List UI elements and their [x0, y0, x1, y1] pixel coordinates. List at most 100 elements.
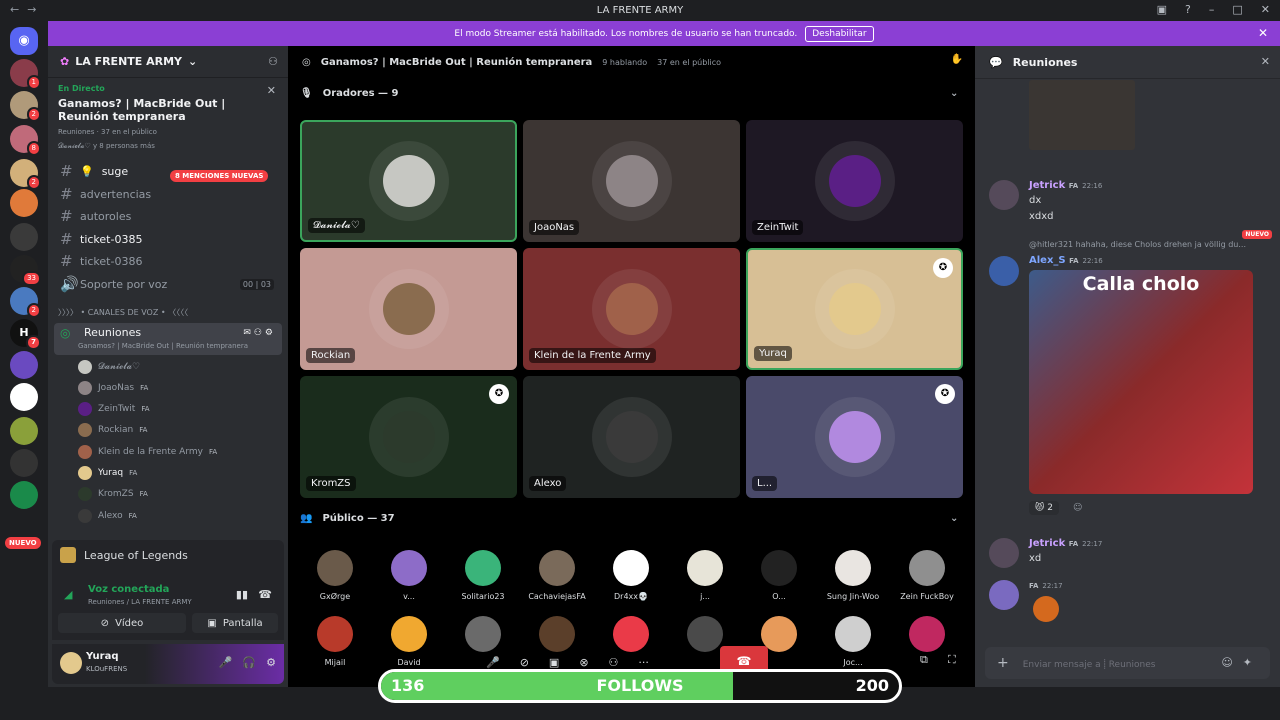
add-reaction-icon[interactable]: ☺ — [1073, 503, 1082, 513]
voice-user[interactable]: Rockian FA — [78, 421, 147, 439]
channel-ticket-0385[interactable]: # ticket-0385 — [56, 229, 282, 249]
noise-suppression-icon[interactable]: ▮▮ — [236, 588, 248, 601]
speaker-tile[interactable]: ZeinTwit — [746, 120, 963, 242]
reply-preview[interactable]: @hitler321 hahaha, diese Cholos drehen j… — [1029, 240, 1246, 249]
reaction-pill[interactable]: 😾 2 — [1029, 501, 1059, 515]
speaker-tile[interactable]: Klein de la Frente Army — [523, 248, 740, 370]
microphone-icon[interactable]: 🎤 — [486, 656, 500, 669]
activity-row[interactable]: League of Legends — [52, 540, 284, 570]
screen-share-button[interactable]: ▣ Pantalla — [192, 613, 278, 633]
server-icon[interactable] — [10, 417, 38, 445]
audience-member[interactable]: Sung Jin-Woo — [823, 550, 883, 601]
audience-member[interactable]: Zein FuckBoy — [897, 550, 957, 601]
voice-channel-reuniones[interactable]: ◎ Reuniones Ganamos? | MacBride Out | Re… — [54, 323, 282, 355]
speakers-section-header[interactable]: 🎙 Oradores — 9 ⌄ — [300, 88, 963, 99]
audience-member[interactable]: Mijail — [305, 616, 365, 667]
voice-connected-label[interactable]: Voz conectada — [88, 584, 169, 595]
audience-member[interactable]: v... — [379, 550, 439, 601]
message-author[interactable]: Jetrick FA 22:16 — [1029, 180, 1102, 191]
server-icon[interactable]: 2 — [10, 91, 41, 122]
audience-member[interactable]: CachaviejasFA — [527, 550, 587, 601]
speaker-tile[interactable]: Yuraq ✪ — [746, 248, 963, 370]
speaker-tile[interactable]: Rockian — [300, 248, 517, 370]
server-icon[interactable]: 33 — [10, 255, 41, 286]
audience-member[interactable] — [897, 616, 957, 658]
avatar[interactable] — [60, 652, 82, 674]
chat-input[interactable]: + Enviar mensaje a ⸽ Reuniones ☺✦ — [985, 647, 1270, 679]
server-icon[interactable]: 8 — [10, 125, 41, 156]
live-event-card[interactable]: En Directo Ganamos? | MacBride Out | Reu… — [52, 78, 284, 163]
gear-icon[interactable]: ⚙ — [266, 656, 276, 669]
voice-user[interactable]: JoaoNas FA — [78, 379, 148, 397]
deafen-icon[interactable]: ⊗ — [579, 656, 588, 669]
avatar[interactable] — [989, 180, 1019, 210]
minimize-icon[interactable]: – — [1209, 3, 1215, 16]
chat-image[interactable] — [1029, 80, 1135, 150]
chat-gif[interactable]: Calla cholo — [1029, 270, 1253, 494]
voice-category[interactable]: 〉〉〉〉 • CANALES DE VOZ • 〈〈〈〈 — [58, 307, 188, 318]
fullscreen-icon[interactable]: ⛶ — [948, 653, 956, 667]
server-icon[interactable]: H7 — [10, 319, 41, 350]
guild-header[interactable]: ✿ LA FRENTE ARMY ⌄ ⚇ — [48, 46, 288, 78]
popout-icon[interactable]: ⧉ — [920, 653, 928, 667]
server-icon[interactable]: 2 — [10, 159, 41, 190]
voice-user[interactable]: Yuraq FA — [78, 464, 137, 482]
mentions-badge[interactable]: 8 MENCIONES NUEVAS — [170, 170, 269, 182]
headset-icon[interactable]: 🎧 — [242, 656, 256, 669]
invite-icon[interactable]: ⚇ — [268, 55, 278, 68]
screen-share-icon[interactable]: ▣ — [549, 656, 559, 669]
voice-user[interactable]: KromZS FA — [78, 485, 148, 503]
voice-user[interactable]: Klein de la Frente Army FA — [78, 443, 217, 461]
video-button[interactable]: ⊘ Vídeo — [58, 613, 186, 633]
server-icon[interactable] — [10, 351, 38, 379]
disable-streamer-button[interactable]: Deshabilitar — [805, 25, 874, 42]
audience-member[interactable]: Solitario23 — [453, 550, 513, 601]
avatar[interactable] — [989, 538, 1019, 568]
audience-member[interactable]: David — [379, 616, 439, 667]
message-author[interactable]: Jetrick FA 22:17 — [1029, 538, 1102, 549]
channel-actions-icon[interactable]: ✉⚇⚙ — [243, 328, 276, 338]
camera-off-icon[interactable]: ⊘ — [520, 656, 529, 669]
more-icon[interactable]: ··· — [638, 656, 649, 669]
close-icon[interactable]: ✕ — [267, 84, 276, 97]
audience-member[interactable]: GxØrge — [305, 550, 365, 601]
message-author[interactable]: Alex_S FA 22:16 — [1029, 255, 1103, 266]
channel-ticket-0386[interactable]: # ticket-0386 — [56, 251, 282, 271]
server-icon[interactable]: 1 — [10, 59, 41, 90]
avatar[interactable] — [989, 580, 1019, 610]
emoji-sticker-icons[interactable]: ☺✦ — [1221, 656, 1262, 669]
channel-autoroles[interactable]: # autoroles — [56, 206, 282, 226]
voice-user[interactable]: Alexo FA — [78, 507, 137, 525]
disconnect-icon[interactable]: ☎ — [258, 588, 272, 601]
invite-icon[interactable]: ⚇ — [609, 656, 619, 669]
server-icon[interactable]: 2 — [10, 287, 41, 318]
voice-user[interactable]: ZeinTwit FA — [78, 400, 150, 418]
speaker-tile[interactable]: 𝓓𝓪𝓷𝓲𝓮𝓵𝓪♡ — [300, 120, 517, 242]
close-banner-icon[interactable]: ✕ — [1258, 26, 1268, 40]
raise-hand-icon[interactable]: ✋ — [951, 54, 963, 65]
audience-section-header[interactable]: 👥 Público — 37 ⌄ — [300, 513, 963, 524]
channel-soporte-voz[interactable]: 🔊 Soporte por voz 00 | 03 — [56, 274, 282, 294]
server-icon[interactable] — [10, 383, 38, 411]
speaker-tile[interactable]: Alexo — [523, 376, 740, 498]
avatar[interactable] — [989, 256, 1019, 286]
nav-arrows[interactable]: ←→ — [10, 3, 44, 16]
audience-member[interactable]: j... — [675, 550, 735, 601]
speaker-tile[interactable]: JoaoNas — [523, 120, 740, 242]
voice-user[interactable]: 𝓓𝓪𝓷𝓲𝓮𝓵𝓪♡ — [78, 358, 140, 376]
audience-member[interactable]: Dr4xx💀 — [601, 550, 661, 601]
server-icon[interactable] — [10, 449, 38, 477]
server-icon[interactable] — [10, 189, 38, 217]
server-icon[interactable] — [10, 481, 38, 509]
help-icon[interactable]: ? — [1185, 3, 1191, 16]
server-icon[interactable] — [10, 223, 38, 251]
audience-member[interactable]: O... — [749, 550, 809, 601]
audience-member[interactable]: Joc... — [823, 616, 883, 667]
close-icon[interactable]: ✕ — [1261, 55, 1270, 68]
maximize-icon[interactable]: □ — [1232, 3, 1242, 16]
speaker-tile[interactable]: KromZS ✪ — [300, 376, 517, 498]
add-attachment-icon[interactable]: + — [997, 655, 1009, 671]
message-author[interactable]: FA 22:17 — [1029, 580, 1063, 591]
close-window-icon[interactable]: ✕ — [1261, 3, 1270, 16]
speaker-tile[interactable]: L... ✪ — [746, 376, 963, 498]
